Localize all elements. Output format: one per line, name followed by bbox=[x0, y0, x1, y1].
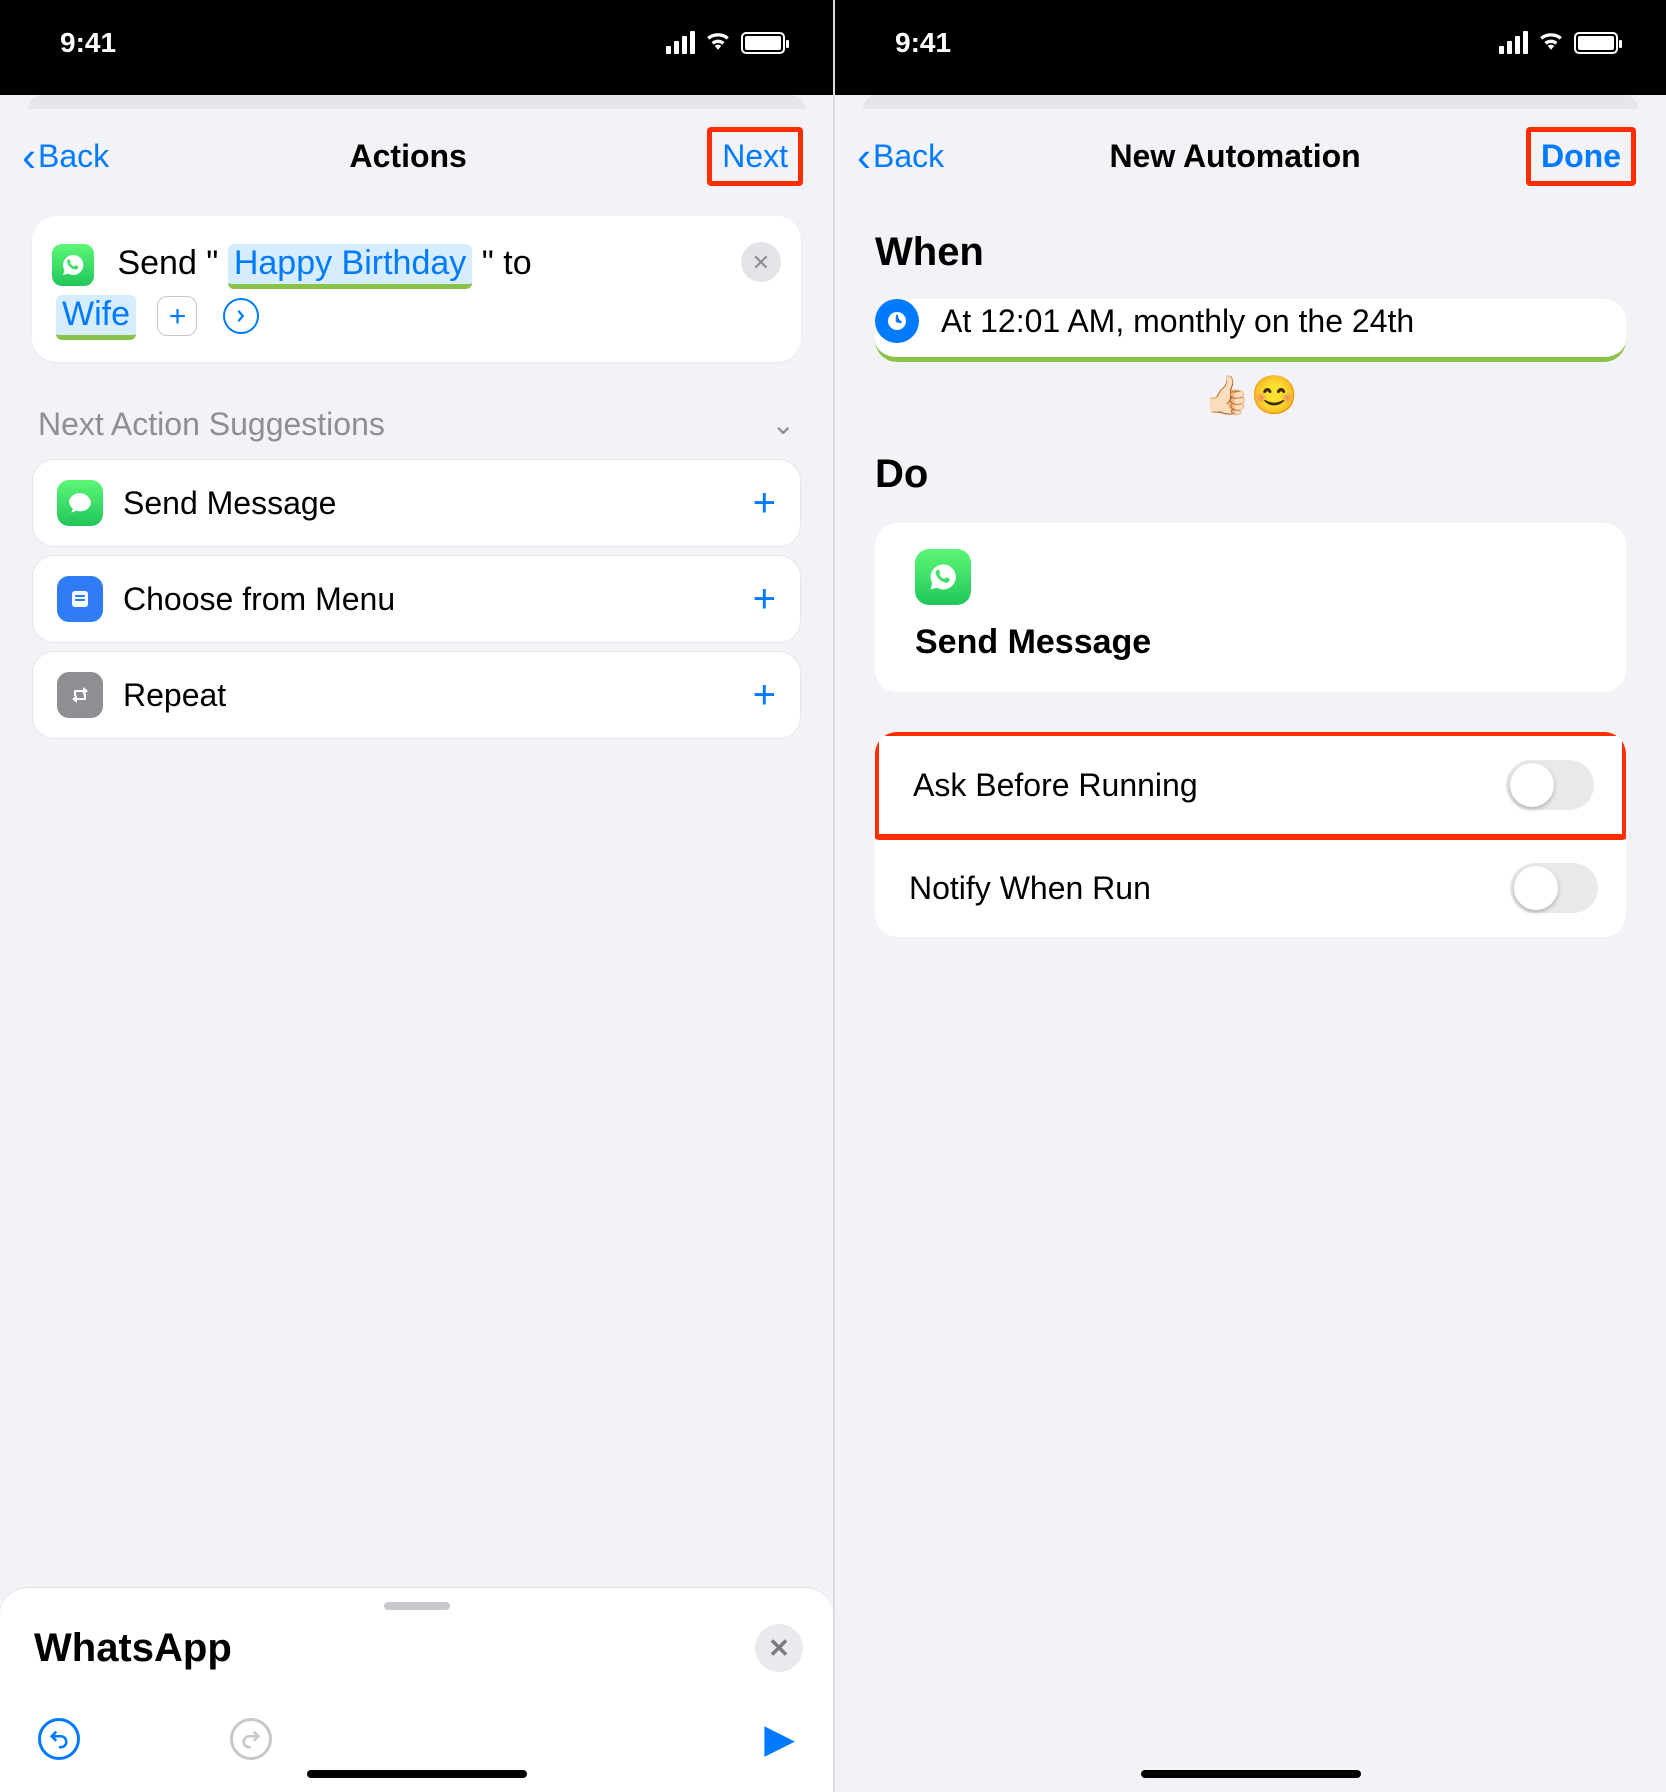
do-section-title: Do bbox=[835, 434, 1666, 517]
wifi-icon bbox=[705, 29, 731, 57]
notify-toggle[interactable] bbox=[1510, 863, 1598, 913]
chevron-left-icon: ‹ bbox=[857, 146, 871, 167]
page-title: New Automation bbox=[1109, 138, 1360, 175]
add-icon: + bbox=[753, 673, 776, 718]
send-mid: " to bbox=[482, 244, 532, 282]
back-label: Back bbox=[38, 138, 109, 175]
status-icons bbox=[1499, 29, 1618, 57]
sheet-grab-handle[interactable] bbox=[384, 1602, 450, 1610]
suggestion-choose-menu[interactable]: Choose from Menu + bbox=[32, 555, 801, 643]
next-button[interactable]: Next bbox=[707, 127, 803, 186]
sheet-title: WhatsApp bbox=[34, 1626, 232, 1671]
sheet-handle bbox=[28, 95, 805, 109]
messages-icon bbox=[57, 480, 103, 526]
home-indicator bbox=[307, 1770, 527, 1778]
add-icon: + bbox=[753, 481, 776, 526]
status-time: 9:41 bbox=[60, 27, 116, 59]
sheet-handle bbox=[863, 95, 1638, 109]
navbar: ‹ Back Actions Next bbox=[0, 109, 833, 212]
signal-icon bbox=[666, 31, 695, 54]
status-time: 9:41 bbox=[895, 27, 951, 59]
close-button[interactable]: ✕ bbox=[755, 1624, 803, 1672]
home-indicator bbox=[1141, 1770, 1361, 1778]
clock-icon bbox=[875, 299, 919, 343]
suggestion-label: Send Message bbox=[123, 485, 336, 522]
ask-label: Ask Before Running bbox=[913, 767, 1198, 804]
page-title: Actions bbox=[350, 138, 467, 175]
action-card[interactable]: Send " Happy Birthday " to Wife + ✕ bbox=[32, 216, 801, 362]
undo-button[interactable] bbox=[38, 1718, 80, 1760]
wifi-icon bbox=[1538, 29, 1564, 57]
back-button[interactable]: ‹ Back bbox=[22, 138, 109, 175]
when-card[interactable]: At 12:01 AM, monthly on the 24th bbox=[875, 299, 1626, 362]
suggestion-send-message[interactable]: Send Message + bbox=[32, 459, 801, 547]
chevron-left-icon: ‹ bbox=[22, 146, 36, 167]
recipient-token[interactable]: Wife bbox=[56, 295, 136, 340]
back-button[interactable]: ‹ Back bbox=[857, 138, 944, 175]
suggestion-label: Choose from Menu bbox=[123, 581, 395, 618]
phone-left-actions: 9:41 ‹ Back Actions Next Send " Happy Bi… bbox=[0, 0, 833, 1792]
do-action-label: Send Message bbox=[915, 623, 1596, 662]
status-icons bbox=[666, 29, 785, 57]
status-bar: 9:41 bbox=[0, 0, 833, 95]
when-section-title: When bbox=[835, 212, 1666, 295]
add-icon: + bbox=[753, 577, 776, 622]
suggestion-repeat[interactable]: Repeat + bbox=[32, 651, 801, 739]
emoji-row: 👍🏻😊 bbox=[835, 366, 1666, 434]
chevron-down-icon: ⌄ bbox=[772, 408, 795, 441]
bottom-sheet: WhatsApp ✕ ▶ bbox=[0, 1587, 833, 1792]
navbar: ‹ Back New Automation Done bbox=[835, 109, 1666, 212]
notify-when-run-row[interactable]: Notify When Run bbox=[875, 838, 1626, 937]
notify-label: Notify When Run bbox=[909, 870, 1151, 907]
when-text: At 12:01 AM, monthly on the 24th bbox=[941, 303, 1414, 340]
battery-icon bbox=[741, 32, 785, 54]
ask-toggle[interactable] bbox=[1506, 760, 1594, 810]
add-recipient-button[interactable]: + bbox=[157, 296, 197, 336]
send-prefix: Send " bbox=[117, 244, 218, 282]
signal-icon bbox=[1499, 31, 1528, 54]
done-button[interactable]: Done bbox=[1526, 127, 1636, 186]
play-button[interactable]: ▶ bbox=[764, 1716, 795, 1762]
back-label: Back bbox=[873, 138, 944, 175]
suggestions-title: Next Action Suggestions bbox=[38, 406, 385, 443]
whatsapp-icon bbox=[915, 549, 971, 605]
suggestions-header[interactable]: Next Action Suggestions ⌄ bbox=[38, 406, 795, 443]
expand-action-button[interactable] bbox=[223, 298, 259, 334]
suggestion-label: Repeat bbox=[123, 677, 226, 714]
whatsapp-icon bbox=[52, 244, 94, 286]
redo-button bbox=[230, 1718, 272, 1760]
clear-action-button[interactable]: ✕ bbox=[741, 242, 781, 282]
menu-icon bbox=[57, 576, 103, 622]
battery-icon bbox=[1574, 32, 1618, 54]
message-token[interactable]: Happy Birthday bbox=[228, 244, 472, 289]
options-card: Ask Before Running Notify When Run bbox=[875, 732, 1626, 937]
phone-right-automation: 9:41 ‹ Back New Automation Done When At … bbox=[833, 0, 1666, 1792]
ask-before-running-row[interactable]: Ask Before Running bbox=[875, 732, 1626, 840]
repeat-icon bbox=[57, 672, 103, 718]
do-card[interactable]: Send Message bbox=[875, 523, 1626, 692]
status-bar: 9:41 bbox=[835, 0, 1666, 95]
